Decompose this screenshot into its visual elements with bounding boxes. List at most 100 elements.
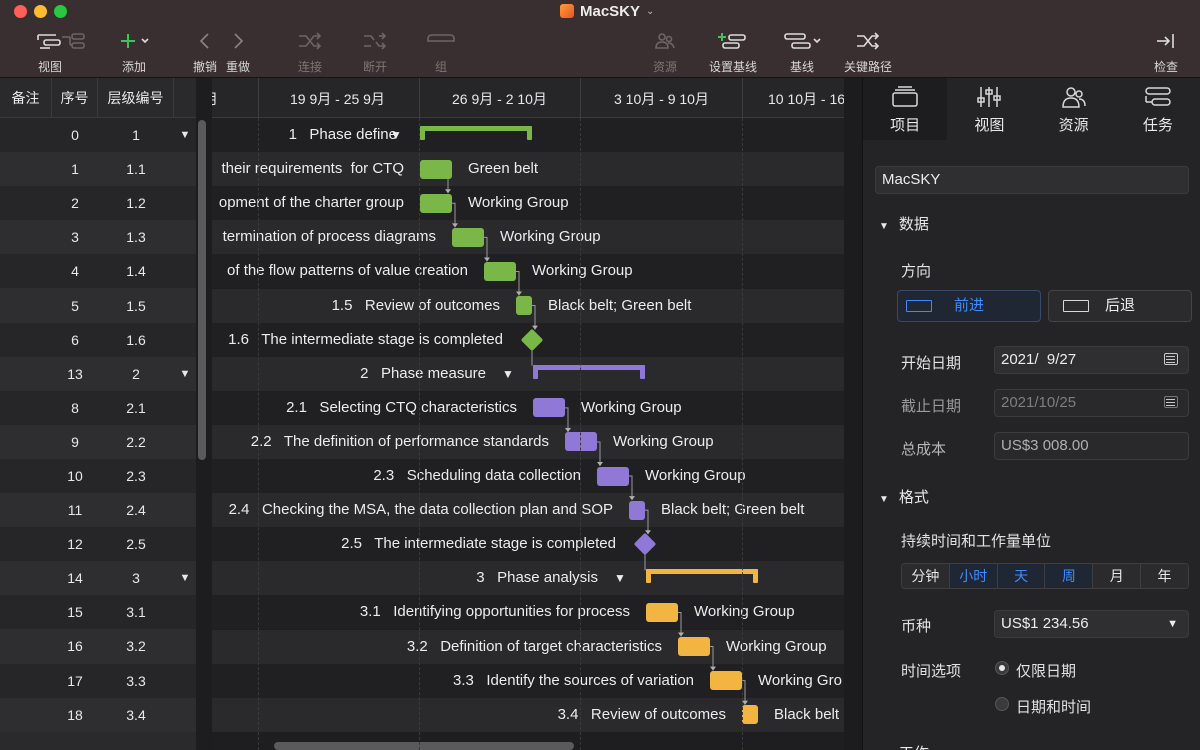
gantt-task-label[interactable]: 1 Phase define [289,118,397,152]
table-row[interactable]: 11 2.4 [0,493,196,528]
disclosure-triangle-icon[interactable]: ▼ [502,357,514,391]
tab-tasks[interactable]: 任务 [1116,78,1200,140]
column-header-number[interactable]: 序号 [52,78,98,118]
disclosure-triangle-icon[interactable]: ▼ [174,572,196,584]
gantt-task-label[interactable]: their requirements for CTQ [221,152,404,186]
gantt-task-label[interactable]: 2 Phase measure [360,357,486,391]
section-data-header[interactable]: ▼ 数据 [879,213,929,234]
forward-button[interactable]: 前进 [897,290,1041,322]
task-bar[interactable] [516,296,532,316]
date-time-label[interactable]: 日期和时间 [1016,696,1091,717]
gantt-task-label[interactable]: 2.5 The intermediate stage is completed [341,527,616,561]
table-row[interactable]: 15 3.1 [0,595,196,630]
unit-days[interactable]: 天 [997,564,1046,588]
gantt-task-label[interactable]: 1.5 Review of outcomes [332,289,500,323]
date-only-label[interactable]: 仅限日期 [1016,660,1076,681]
tab-project[interactable]: 项目 [863,78,948,140]
task-bar[interactable] [565,432,597,452]
table-row[interactable]: 1 1.1 [0,152,196,187]
minimize-window-button[interactable] [34,5,47,18]
gantt-task-label[interactable]: 2.1 Selecting CTQ characteristics [286,391,517,425]
table-row[interactable]: 12 2.5 [0,527,196,562]
task-bar[interactable] [678,637,710,657]
unit-hours[interactable]: 小时 [949,564,998,588]
summary-bar[interactable] [420,126,532,132]
outline-button[interactable] [52,28,96,76]
task-bar[interactable] [710,671,742,691]
gantt-horizontal-scrollbar[interactable] [274,742,574,750]
gantt-task-label[interactable]: 2.3 Scheduling data collection [373,459,581,493]
disclosure-triangle-icon[interactable]: ▼ [174,129,196,141]
section-format-header[interactable]: ▼ 格式 [879,486,929,507]
tab-resources[interactable]: 资源 [1032,78,1116,140]
zoom-window-button[interactable] [54,5,67,18]
column-header-note[interactable]: 备注 [0,78,52,118]
add-button[interactable]: 添加 [102,28,166,76]
gantt-task-label[interactable]: termination of process diagrams [223,220,436,254]
link-button[interactable]: 连接 [278,28,342,76]
gantt-task-label[interactable]: 2.2 The definition of performance standa… [251,425,549,459]
gantt-task-label[interactable]: opment of the charter group [219,186,404,220]
table-row[interactable]: 9 2.2 [0,424,196,459]
disclosure-triangle-icon[interactable]: ▼ [390,118,402,152]
task-bar[interactable] [452,227,484,247]
date-only-radio[interactable] [995,661,1009,675]
disclosure-triangle-icon[interactable]: ▼ [174,368,196,380]
start-date-field[interactable]: 2021/ 9/27 [994,346,1189,374]
redo-button[interactable]: 重做 [206,28,270,76]
table-row[interactable]: 3 1.3 [0,220,196,255]
table-row[interactable]: 0 1 ▼ [0,118,196,153]
table-row[interactable]: 8 2.1 [0,390,196,425]
column-header-wbs[interactable]: 层级编号 [98,78,174,118]
date-time-radio[interactable] [995,697,1009,711]
task-bar[interactable] [646,602,678,622]
baseline-button[interactable]: 基线 [770,28,834,76]
table-row[interactable]: 14 3 ▼ [0,561,196,596]
gantt-task-label[interactable]: 3.2 Definition of target characteristics [407,630,662,664]
task-bar[interactable] [420,193,452,213]
window-title[interactable]: MacSKY ⌄ [560,1,654,21]
unit-weeks[interactable]: 周 [1045,564,1094,588]
unlink-button[interactable]: 断开 [343,28,407,76]
task-bar[interactable] [420,159,452,179]
unit-months[interactable]: 月 [1093,564,1142,588]
tab-view[interactable]: 视图 [947,78,1031,140]
task-bar[interactable] [597,466,629,486]
inspect-button[interactable]: 检查 [1134,28,1198,76]
task-bar[interactable] [742,705,758,725]
gantt-task-label[interactable]: 1.6 The intermediate stage is completed [228,323,503,357]
gantt-task-label[interactable]: 2.4 Checking the MSA, the data collectio… [229,493,613,527]
unit-years[interactable]: 年 [1141,564,1188,588]
group-button[interactable]: 组 [409,28,473,76]
gantt-task-label[interactable]: of the flow patterns of value creation [227,254,468,288]
summary-bar[interactable] [533,364,645,370]
gantt-task-label[interactable]: 3.3 Identify the sources of variation [453,664,694,698]
table-row[interactable]: 18 3.4 [0,697,196,732]
gantt-task-label[interactable]: 3.1 Identifying opportunities for proces… [360,595,630,629]
group-label: 组 [434,60,447,74]
disclosure-triangle-icon[interactable]: ▼ [614,561,626,595]
table-row[interactable]: 4 1.4 [0,254,196,289]
table-row[interactable]: 5 1.5 [0,288,196,323]
table-row[interactable]: 16 3.2 [0,629,196,664]
resources-button[interactable]: 资源 [633,28,697,76]
task-bar[interactable] [484,261,516,281]
backward-button[interactable]: 后退 [1048,290,1192,322]
unit-minutes[interactable]: 分钟 [902,564,950,588]
gantt-task-label[interactable]: 3.4 Review of outcomes [558,698,726,732]
close-window-button[interactable] [14,5,27,18]
critical-path-button[interactable]: 关键路径 [836,28,900,76]
table-row[interactable]: 6 1.6 [0,322,196,357]
section-work-header[interactable]: ▼工作 [879,742,929,750]
table-row[interactable]: 10 2.3 [0,458,196,494]
task-bar[interactable] [629,500,645,520]
task-bar[interactable] [533,398,565,418]
table-vertical-scrollbar[interactable] [198,120,206,460]
table-row[interactable]: 17 3.3 [0,663,196,698]
table-row[interactable]: 2 1.2 [0,186,196,221]
table-row[interactable]: 13 2 ▼ [0,356,196,391]
currency-select[interactable]: US$1 234.56 ▼ [994,610,1189,638]
set-baseline-button[interactable]: 设置基线 [701,28,765,76]
calendar-icon[interactable] [1164,353,1178,365]
project-name-field[interactable]: MacSKY [875,166,1189,194]
